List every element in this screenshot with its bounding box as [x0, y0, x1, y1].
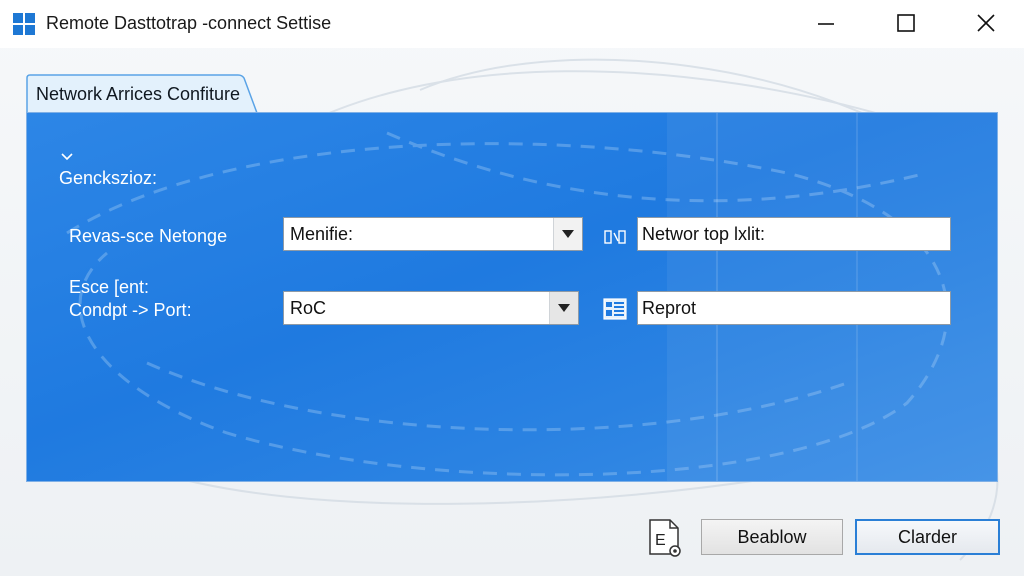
close-button[interactable]	[946, 0, 1024, 46]
close-icon	[977, 14, 995, 32]
row1-combo-value: Menifie:	[290, 223, 354, 244]
section-label: Genckszioz:	[59, 168, 158, 188]
row2-label-line2: Condpt -> Port:	[69, 300, 192, 320]
row2-combo-value: RoC	[290, 297, 327, 318]
windows-logo-icon	[12, 12, 36, 36]
window-title: Remote Dasttotrap -connect Settise	[46, 13, 332, 33]
row2-label-line1: Esce [ent:	[69, 277, 150, 297]
row1-label: Revas-sce Netonge	[69, 226, 228, 246]
dialog-window: Remote Dasttotrap -connect Settise Netwo…	[0, 0, 1024, 576]
tab-label: Network Arrices Confiture	[36, 84, 241, 104]
row2-text-field[interactable]: Reprot	[637, 291, 951, 325]
dropdown-arrow-icon[interactable]	[549, 292, 578, 324]
primary-button[interactable]: Clarder	[855, 519, 1000, 555]
row1-combobox[interactable]: Menifie:	[283, 217, 583, 251]
network-icon	[603, 225, 627, 249]
title-bar: Remote Dasttotrap -connect Settise	[0, 0, 1024, 48]
minimize-icon	[818, 23, 834, 25]
secondary-button[interactable]: Beablow	[701, 519, 843, 555]
row2-label: Esce [ent: Condpt -> Port:	[69, 276, 192, 322]
settings-panel: Genckszioz: Revas-sce Netonge Menifie: N…	[26, 112, 998, 482]
minimize-button[interactable]	[786, 0, 866, 46]
row2-combobox[interactable]: RoC	[283, 291, 579, 325]
maximize-button[interactable]	[866, 0, 946, 46]
tab-network-settings[interactable]: Network Arrices Confiture	[26, 74, 258, 114]
maximize-icon	[897, 14, 915, 32]
row1-text-field[interactable]: Networ top lxlit:	[637, 217, 951, 251]
document-settings-icon[interactable]: E	[646, 518, 684, 558]
dropdown-arrow-icon[interactable]	[553, 218, 582, 250]
port-grid-icon	[603, 297, 627, 321]
svg-text:E: E	[655, 532, 666, 549]
chevron-down-icon[interactable]	[61, 153, 73, 161]
